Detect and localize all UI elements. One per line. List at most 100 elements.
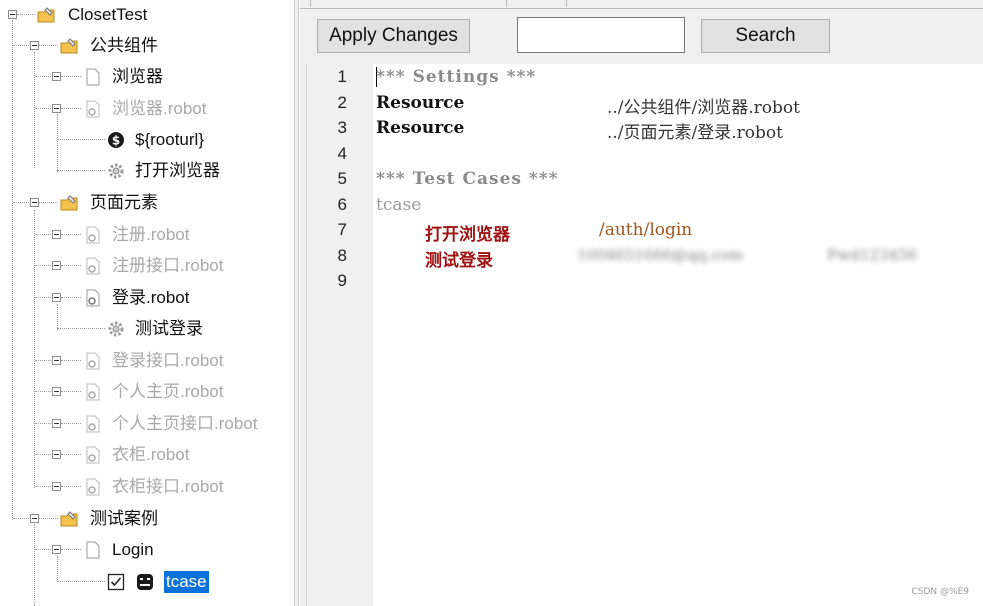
collapse-toggle-icon[interactable] (52, 450, 61, 459)
tree-node-testcase[interactable]: tcase (0, 569, 294, 597)
folder-edit-icon (60, 195, 78, 211)
file-icon (86, 68, 100, 86)
tree-node-label: ${rooturl} (135, 130, 204, 149)
tab[interactable] (310, 0, 507, 7)
code-setting-keyword: Resource (376, 118, 465, 138)
tree-node-resource[interactable]: 登录接口.robot (0, 348, 294, 376)
gear-icon (108, 163, 124, 179)
tree-node-label: 衣柜.robot (112, 445, 190, 464)
collapse-toggle-icon[interactable] (52, 261, 61, 270)
tree-node-label: 测试登录 (135, 319, 203, 338)
resource-file-icon (86, 100, 100, 118)
line-number: 9 (337, 271, 347, 290)
code-resource-path: ../公共组件/浏览器.robot (607, 98, 800, 118)
tab-strip[interactable] (300, 0, 983, 9)
tree-node-keyword[interactable]: 打开浏览器 (0, 158, 294, 186)
tree-node-label: 注册接口.robot (112, 256, 224, 275)
code-argument-redacted: 1004651666@qq.com (577, 246, 744, 264)
tree-node-label: 个人主页.robot (112, 382, 224, 401)
tree-node-keyword[interactable]: 测试登录 (0, 316, 294, 344)
resource-file-icon (86, 226, 100, 244)
tree-node-resource[interactable]: 个人主页.robot (0, 379, 294, 407)
tree-node-label: 个人主页接口.robot (112, 414, 258, 433)
collapse-toggle-icon[interactable] (52, 230, 61, 239)
collapse-toggle-icon[interactable] (52, 104, 61, 113)
tree-node-label: 浏览器 (112, 67, 163, 86)
code-setting-keyword: Resource (376, 93, 465, 113)
collapse-toggle-icon[interactable] (52, 387, 61, 396)
splitter[interactable] (294, 0, 299, 606)
text-editor[interactable]: 1 2 3 4 5 6 7 8 9 *** Settings *** Resou… (306, 64, 983, 606)
code-resource-path: ../页面元素/登录.robot (607, 123, 783, 143)
dollar-icon: $ (108, 132, 124, 148)
tree-node-label: 公共组件 (90, 36, 158, 55)
resource-file-icon (86, 257, 100, 275)
tree-node-file[interactable]: 浏览器 (0, 64, 294, 92)
editor-panel: Apply Changes Search 1 2 3 4 5 6 7 8 9 *… (300, 0, 983, 606)
resource-file-icon (86, 415, 100, 433)
folder-edit-icon (37, 7, 55, 23)
tree-node-resource[interactable]: 衣柜.robot (0, 442, 294, 470)
line-number: 6 (337, 195, 347, 214)
resource-file-icon (86, 352, 100, 370)
collapse-toggle-icon[interactable] (52, 545, 61, 554)
resource-file-icon (86, 383, 100, 401)
project-tree[interactable]: ClosetTest 公共组件 浏览器 浏览器.robot $ ${rootur… (0, 0, 294, 606)
tree-node-variable[interactable]: $ ${rooturl} (0, 127, 294, 155)
line-number: 4 (337, 144, 347, 163)
tree-node-resource[interactable]: 个人主页接口.robot (0, 411, 294, 439)
collapse-toggle-icon[interactable] (30, 514, 39, 523)
tree-node-resource[interactable]: 注册接口.robot (0, 253, 294, 281)
code-section-header: *** Settings *** (376, 67, 537, 87)
tree-node-resource[interactable]: 衣柜接口.robot (0, 474, 294, 502)
resource-file-icon (86, 446, 100, 464)
tree-node-label: ClosetTest (68, 5, 148, 24)
line-number-gutter: 1 2 3 4 5 6 7 8 9 (307, 64, 373, 606)
folder-edit-icon (60, 38, 78, 54)
tree-node-folder[interactable]: 公共组件 (0, 33, 294, 61)
tree-node-label: 登录接口.robot (112, 351, 224, 370)
code-section-header: *** Test Cases *** (376, 169, 559, 189)
checkbox-checked-icon[interactable] (107, 573, 125, 591)
tree-node-label: 注册.robot (112, 225, 190, 244)
code-argument: /auth/login (599, 220, 693, 240)
collapse-toggle-icon[interactable] (52, 72, 61, 81)
line-number: 2 (337, 93, 347, 112)
tree-node-folder[interactable]: 测试案例 (0, 506, 294, 534)
tree-node-resource[interactable]: 注册.robot (0, 222, 294, 250)
line-number: 7 (337, 220, 347, 239)
tree-node-closettest[interactable]: ClosetTest (0, 2, 294, 30)
collapse-toggle-icon[interactable] (52, 419, 61, 428)
collapse-toggle-icon[interactable] (52, 293, 61, 302)
code-user-keyword: 打开浏览器 (425, 225, 510, 245)
line-number: 5 (337, 169, 347, 188)
file-icon (86, 541, 100, 559)
watermark: CSDN @%E9 (911, 587, 970, 597)
line-number: 3 (337, 118, 347, 137)
code-argument-redacted: Pwd123456 (827, 246, 917, 264)
tree-node-folder[interactable]: 页面元素 (0, 190, 294, 218)
line-number: 1 (337, 67, 347, 86)
tree-node-label: 衣柜接口.robot (112, 477, 224, 496)
collapse-toggle-icon[interactable] (52, 482, 61, 491)
tree-node-resource[interactable]: 浏览器.robot (0, 96, 294, 124)
folder-edit-icon (60, 511, 78, 527)
tab[interactable] (506, 0, 567, 7)
tree-node-label: tcase (164, 571, 209, 593)
apply-changes-button[interactable]: Apply Changes (317, 19, 470, 53)
collapse-toggle-icon[interactable] (8, 10, 17, 19)
resource-file-icon (86, 478, 100, 496)
tree-node-label: 打开浏览器 (135, 161, 220, 180)
tree-node-suite[interactable]: Login (0, 537, 294, 565)
search-button[interactable]: Search (701, 19, 830, 53)
tree-node-resource[interactable]: 登录.robot (0, 285, 294, 313)
tree-node-label: 浏览器.robot (112, 99, 207, 118)
collapse-toggle-icon[interactable] (30, 41, 39, 50)
collapse-toggle-icon[interactable] (52, 356, 61, 365)
line-number: 8 (337, 246, 347, 265)
tree-node-label: Login (112, 540, 154, 559)
collapse-toggle-icon[interactable] (30, 198, 39, 207)
gear-icon (108, 321, 124, 337)
search-input[interactable] (517, 17, 685, 53)
code-testcase-name: tcase (376, 195, 422, 215)
